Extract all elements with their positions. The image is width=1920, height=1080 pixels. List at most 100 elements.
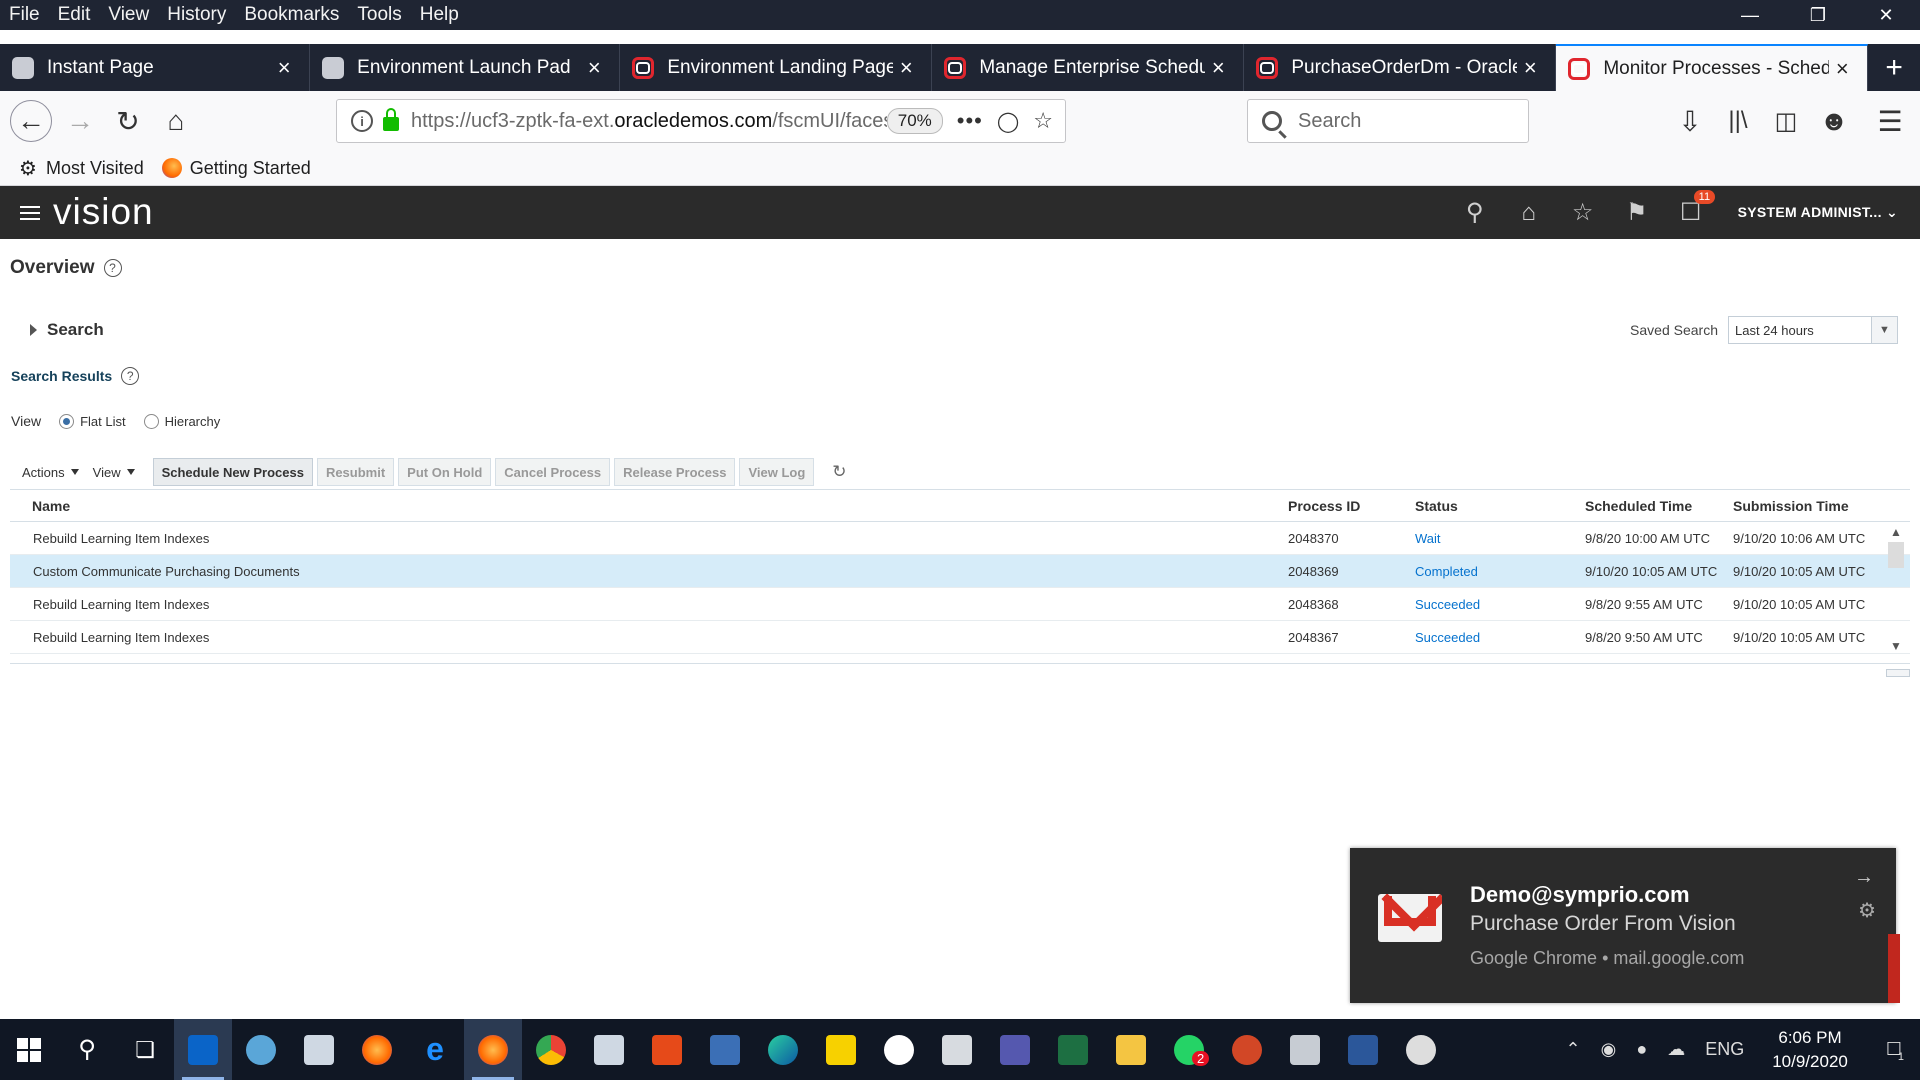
bookmark-getting-started[interactable]: Getting Started [161, 158, 311, 179]
menu-bookmarks[interactable]: Bookmarks [235, 0, 348, 30]
edge-icon[interactable] [754, 1019, 812, 1080]
wordpress-icon[interactable] [870, 1019, 928, 1080]
chevron-up-icon[interactable]: ⌃ [1566, 1039, 1581, 1060]
photos-icon[interactable] [928, 1019, 986, 1080]
global-search-icon[interactable]: ⚲ [1448, 198, 1502, 227]
cell-status-link[interactable]: Completed [1415, 564, 1585, 579]
watchlist-flag-icon[interactable]: ⚑ [1610, 198, 1664, 227]
home-icon[interactable]: ⌂ [156, 101, 196, 141]
menu-tools[interactable]: Tools [348, 0, 410, 30]
pocket-icon[interactable]: ◯ [997, 109, 1019, 134]
onedrive-icon[interactable]: ☁ [1667, 1039, 1685, 1060]
file-app-icon[interactable] [290, 1019, 348, 1080]
firefox-active-icon[interactable] [464, 1019, 522, 1080]
excel-icon[interactable] [1044, 1019, 1102, 1080]
office-icon[interactable] [638, 1019, 696, 1080]
forward-arrow-icon[interactable]: → [60, 101, 100, 141]
put-on-hold-button[interactable]: Put On Hold [398, 458, 492, 486]
view-menu[interactable]: View [93, 465, 135, 480]
internet-explorer-icon[interactable]: e [406, 1019, 464, 1080]
firefox-icon[interactable] [348, 1019, 406, 1080]
notifications-bell-icon[interactable]: ☐ 11 [1664, 190, 1718, 227]
restore-icon[interactable]: ❐ [1784, 0, 1852, 30]
tab-close-icon[interactable]: × [1517, 55, 1543, 81]
tab-purchase-order-dm[interactable]: PurchaseOrderDm - Oracle I × [1244, 44, 1557, 91]
column-header-submission-time[interactable]: Submission Time [1733, 498, 1879, 514]
cell-status-link[interactable]: Wait [1415, 531, 1585, 546]
release-process-button[interactable]: Release Process [614, 458, 736, 486]
action-center-icon[interactable]: ☐ 1 [1886, 1039, 1904, 1063]
file-app-icon[interactable] [580, 1019, 638, 1080]
cancel-process-button[interactable]: Cancel Process [495, 458, 611, 486]
menu-view[interactable]: View [99, 0, 158, 30]
tab-monitor-processes[interactable]: Monitor Processes - Schedu × [1556, 44, 1869, 91]
user-menu[interactable]: SYSTEM ADMINIST... ⌄ [1738, 204, 1898, 221]
cell-status-link[interactable]: Succeeded [1415, 630, 1585, 645]
radio-unselected-icon[interactable] [143, 413, 159, 429]
tab-manage-enterprise-schedule[interactable]: Manage Enterprise Schedule × [932, 44, 1245, 91]
favorites-star-icon[interactable]: ☆ [1556, 198, 1610, 227]
account-icon[interactable]: ☻ [1814, 101, 1854, 141]
tab-close-icon[interactable]: × [1829, 56, 1855, 82]
menu-history[interactable]: History [158, 0, 235, 30]
teams-icon[interactable] [986, 1019, 1044, 1080]
view-hierarchy-option[interactable]: Hierarchy [143, 413, 220, 429]
home-icon[interactable]: ⌂ [1502, 199, 1556, 227]
library-icon[interactable]: ||\ [1718, 101, 1758, 141]
tab-close-icon[interactable]: × [271, 55, 297, 81]
tray-globe-icon[interactable]: ● [1636, 1039, 1647, 1060]
bookmark-most-visited[interactable]: ⚙ Most Visited [18, 158, 144, 180]
tab-instant-page[interactable]: Instant Page × [0, 44, 311, 91]
table-row[interactable]: Rebuild Learning Item Indexes 2048367 Su… [10, 621, 1910, 654]
page-actions-icon[interactable]: ••• [957, 108, 983, 134]
powerpoint-icon[interactable] [1218, 1019, 1276, 1080]
menu-help[interactable]: Help [411, 0, 468, 30]
file-explorer-icon[interactable] [1102, 1019, 1160, 1080]
scroll-thumb[interactable] [1888, 542, 1904, 568]
table-scrollbar[interactable]: ▲ ▼ [1888, 524, 1904, 654]
column-header-status[interactable]: Status [1415, 498, 1585, 514]
browser-search-box[interactable]: Search [1247, 99, 1529, 143]
help-icon[interactable]: ? [121, 367, 140, 385]
network-app-icon[interactable] [696, 1019, 754, 1080]
tab-environment-launch-pad[interactable]: Environment Launch Pad × [310, 44, 621, 91]
reload-icon[interactable]: ↻ [108, 101, 148, 141]
sticky-notes-icon[interactable] [812, 1019, 870, 1080]
email-notification-toast[interactable]: Demo@symprio.com Purchase Order From Vis… [1350, 848, 1900, 1003]
table-row[interactable]: Rebuild Learning Item Indexes 2048370 Wa… [10, 522, 1910, 555]
cell-status-link[interactable]: Succeeded [1415, 597, 1585, 612]
saved-search-select[interactable]: Last 24 hours ▼ [1728, 316, 1898, 344]
word-icon[interactable] [1334, 1019, 1392, 1080]
whatsapp-icon[interactable]: 2 [1160, 1019, 1218, 1080]
schedule-new-process-button[interactable]: Schedule New Process [152, 458, 313, 486]
app-menu-icon[interactable]: ☰ [1870, 101, 1910, 141]
media-app-icon[interactable] [1392, 1019, 1450, 1080]
view-flat-list-option[interactable]: Flat List [59, 413, 126, 429]
sidebar-icon[interactable]: ◫ [1766, 101, 1806, 141]
tab-close-icon[interactable]: × [581, 55, 607, 81]
menu-file[interactable]: File [0, 0, 49, 30]
url-bar[interactable]: i https://ucf3-zptk-fa-ext.oracledemos.c… [336, 99, 1066, 143]
snipping-tool-icon[interactable] [232, 1019, 290, 1080]
column-header-scheduled-time[interactable]: Scheduled Time [1585, 498, 1733, 514]
task-view-icon[interactable]: ❏ [116, 1019, 174, 1080]
close-window-icon[interactable]: ✕ [1852, 0, 1920, 30]
chrome-icon[interactable] [522, 1019, 580, 1080]
column-header-process-id[interactable]: Process ID [1288, 498, 1415, 514]
actions-menu[interactable]: Actions [22, 465, 79, 480]
table-row-selected[interactable]: Custom Communicate Purchasing Documents … [10, 555, 1910, 588]
scroll-up-icon[interactable]: ▲ [1888, 524, 1904, 540]
tab-environment-landing-page[interactable]: Environment Landing Page × [620, 44, 933, 91]
collapse-pane-handle[interactable] [1886, 669, 1910, 677]
arrow-right-icon[interactable]: → [1854, 866, 1874, 889]
tab-close-icon[interactable]: × [893, 55, 919, 81]
table-row[interactable]: Rebuild Learning Item Indexes 2048368 Su… [10, 588, 1910, 621]
outlook-icon[interactable] [174, 1019, 232, 1080]
menu-edit[interactable]: Edit [49, 0, 100, 30]
downloads-icon[interactable]: ⇩ [1670, 101, 1710, 141]
navigator-menu-icon[interactable] [20, 206, 40, 220]
help-icon[interactable]: ? [103, 259, 122, 277]
zoom-level[interactable]: 70% [886, 108, 943, 134]
app-logo[interactable]: vision [53, 191, 154, 233]
chevron-down-icon[interactable]: ▼ [1871, 317, 1897, 343]
